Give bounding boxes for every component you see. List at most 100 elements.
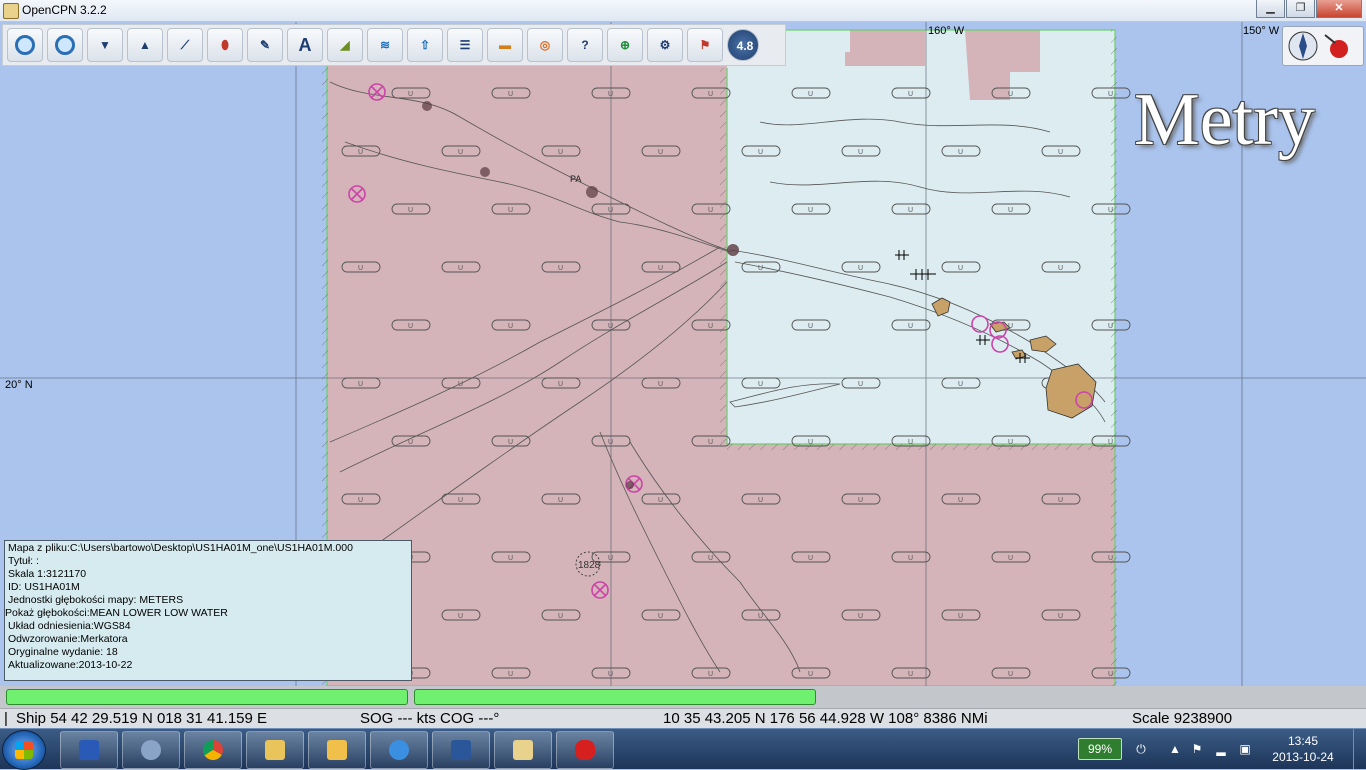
chart-key-1[interactable]	[6, 689, 408, 705]
info-line: Odwzorowanie:Merkatora	[8, 633, 128, 645]
tide-icon: ≋	[379, 38, 391, 52]
unsurveyed-marker-label: U	[1108, 91, 1113, 98]
info-line: ID: US1HA01M	[8, 581, 80, 593]
unsurveyed-marker-label: U	[908, 207, 913, 214]
media-player-icon	[79, 740, 99, 760]
taskbar-item-outlook[interactable]	[308, 731, 366, 769]
unsurveyed-marker-label: U	[908, 91, 913, 98]
unsurveyed-marker-label: U	[758, 149, 763, 156]
close-button[interactable]: ✕	[1316, 0, 1362, 18]
unsurveyed-marker-label: U	[608, 91, 613, 98]
show-desktop-button[interactable]	[1353, 729, 1366, 769]
ais-button[interactable]: ⊕	[607, 28, 643, 62]
unsurveyed-marker-label: U	[858, 497, 863, 504]
unsurveyed-marker-label: U	[1108, 671, 1113, 678]
minimize-button[interactable]: ▁	[1256, 0, 1285, 18]
current-arrow-icon: ⇧	[419, 38, 431, 52]
version-button[interactable]: 4.8	[727, 29, 759, 61]
color-scheme-button[interactable]: ▬	[487, 28, 523, 62]
unsurveyed-marker-label: U	[558, 265, 563, 272]
scale-out-button[interactable]: ▲	[127, 28, 163, 62]
unsurveyed-marker-label: U	[908, 323, 913, 330]
taskbar-item-word[interactable]	[432, 731, 490, 769]
target-icon: ⊕	[619, 38, 631, 52]
unsurveyed-marker-label: U	[858, 265, 863, 272]
unsurveyed-marker-label: U	[558, 381, 563, 388]
route-manager-button[interactable]: ☰	[447, 28, 483, 62]
scale-in-button[interactable]: ▼	[87, 28, 123, 62]
opencpn-icon	[513, 740, 533, 760]
network-signal-icon[interactable]: ▂	[1214, 742, 1228, 756]
unsurveyed-marker-label: U	[1008, 91, 1013, 98]
lat-label-20n: 20° N	[5, 379, 33, 391]
unsurveyed-marker-label: U	[1058, 265, 1063, 272]
usb-device-icon[interactable]: ▣	[1238, 742, 1252, 756]
taskbar-item-paint[interactable]	[556, 731, 614, 769]
folder-icon	[265, 740, 285, 760]
window-titlebar: OpenCPN 3.2.2 ▁ ❐ ✕	[0, 0, 1366, 22]
taskbar-item-opencpn[interactable]	[494, 731, 552, 769]
unsurveyed-marker-label: U	[658, 497, 663, 504]
unsurveyed-marker-label: U	[958, 381, 963, 388]
chart-key-2[interactable]	[414, 689, 816, 705]
unsurveyed-marker-label: U	[708, 91, 713, 98]
unsurveyed-marker-label: U	[758, 613, 763, 620]
current-button[interactable]: ◢	[327, 28, 363, 62]
unsurveyed-marker-label: U	[358, 265, 363, 272]
unsurveyed-marker-label: U	[508, 671, 513, 678]
unsurveyed-marker-label: U	[858, 149, 863, 156]
tide-button[interactable]: ≋	[367, 28, 403, 62]
app-icon	[3, 3, 19, 19]
zoom-in-button[interactable]	[7, 28, 43, 62]
taskbar-item-chrome[interactable]	[184, 731, 242, 769]
unsurveyed-marker-label: U	[758, 265, 763, 272]
maximize-button[interactable]: ❐	[1286, 0, 1315, 18]
taskbar-item-mail[interactable]	[122, 731, 180, 769]
action-center-flag-icon[interactable]: ⚑	[1190, 742, 1204, 756]
status-separator: |	[4, 710, 8, 727]
route-manager-icon: ☰	[459, 38, 471, 52]
ship-position: Ship 54 42 29.519 N 018 31 41.159 E	[16, 710, 268, 727]
sunset-icon: ▬	[499, 38, 511, 52]
help-button[interactable]: ?	[567, 28, 603, 62]
unsurveyed-marker-label: U	[908, 671, 913, 678]
status-bar: | Ship 54 42 29.519 N 018 31 41.159 E SO…	[0, 708, 1366, 729]
plugins-button[interactable]: ⚙	[647, 28, 683, 62]
taskbar-item-media[interactable]	[60, 731, 118, 769]
clock[interactable]: 13:45 2013-10-24	[1268, 733, 1338, 765]
info-line: Mapa z pliku:C:\Users\bartowo\Desktop\US…	[8, 542, 353, 554]
show-hidden-icons[interactable]: ▲	[1168, 742, 1182, 756]
zoom-out-button[interactable]	[47, 28, 83, 62]
unsurveyed-marker-label: U	[958, 497, 963, 504]
mob-button[interactable]: ◎	[527, 28, 563, 62]
chart-scale-in-icon: ▼	[99, 38, 111, 52]
battery-indicator[interactable]: 99%	[1078, 738, 1122, 760]
unsurveyed-marker-label: U	[708, 555, 713, 562]
start-button[interactable]	[2, 730, 46, 770]
current-arrow-button[interactable]: ⇧	[407, 28, 443, 62]
compass-widget[interactable]	[1282, 26, 1364, 66]
power-plug-icon[interactable]: ⏻	[1134, 742, 1148, 756]
unsurveyed-marker-label: U	[908, 555, 913, 562]
unsurveyed-marker-label: U	[708, 207, 713, 214]
unsurveyed-marker-label: U	[558, 149, 563, 156]
unsurveyed-marker-label: U	[958, 149, 963, 156]
auto-follow-button[interactable]: ⬮	[207, 28, 243, 62]
unsurveyed-marker-label: U	[758, 497, 763, 504]
taskbar-item-explorer[interactable]	[246, 731, 304, 769]
minimize-icon: ▁	[1266, 2, 1275, 14]
route-button[interactable]: ⟋	[167, 28, 203, 62]
unsurveyed-marker-label: U	[758, 381, 763, 388]
depth-unit-overlay: Metry	[1134, 79, 1315, 161]
main-toolbar: ▼ ▲ ⟋ ⬮ ✎ A ◢ ≋ ⇧ ☰ ▬ ◎ ? ⊕ ⚙ ⚑ 4.8	[2, 24, 786, 66]
print-button[interactable]: ⚑	[687, 28, 723, 62]
unsurveyed-marker-label: U	[1108, 439, 1113, 446]
unsurveyed-marker-label: U	[858, 613, 863, 620]
wrench-icon: ✎	[259, 38, 271, 52]
taskbar-item-ie[interactable]	[370, 731, 428, 769]
text-button[interactable]: A	[287, 28, 323, 62]
sog-cog: SOG --- kts COG ---°	[360, 710, 500, 727]
unsurveyed-marker-label: U	[958, 265, 963, 272]
unsurveyed-marker-label: U	[858, 381, 863, 388]
settings-button[interactable]: ✎	[247, 28, 283, 62]
